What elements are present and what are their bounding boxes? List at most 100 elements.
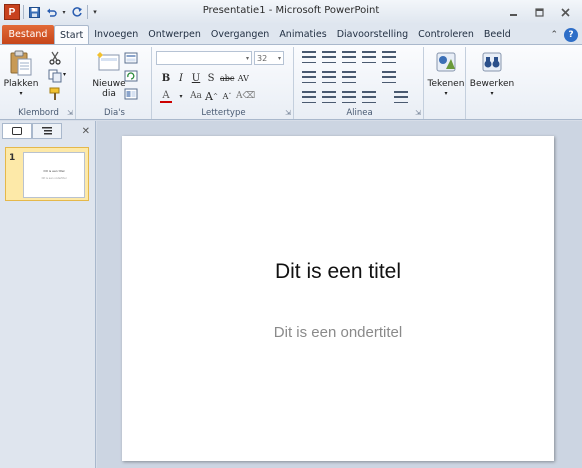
font-size-combo[interactable]: 32 ▾	[254, 51, 284, 65]
binoculars-icon	[482, 52, 502, 72]
bold-button[interactable]: B	[160, 71, 172, 85]
italic-button[interactable]: I	[175, 71, 187, 85]
font-dialog-launcher-icon[interactable]: ⇲	[285, 109, 291, 117]
slide-thumbnail-1[interactable]: Dit is een titel Dit is een ondertitel	[5, 147, 89, 201]
align-right-icon[interactable]	[342, 91, 356, 103]
justify-icon[interactable]	[362, 91, 376, 103]
clear-formatting-icon[interactable]: A⌫	[236, 89, 255, 103]
align-center-icon[interactable]	[322, 91, 336, 103]
tab-slideshow[interactable]: Diavoorstelling	[332, 25, 413, 44]
drawing-button[interactable]: Tekenen ▾	[427, 49, 465, 99]
cut-icon[interactable]	[48, 51, 62, 65]
numbering-icon[interactable]	[322, 51, 336, 63]
tab-file[interactable]: Bestand	[2, 25, 54, 44]
new-slide-icon	[97, 52, 120, 71]
slides-tab[interactable]	[2, 123, 32, 139]
group-label-font: Lettertype	[201, 108, 246, 118]
font-color-icon[interactable]: A	[160, 89, 172, 103]
slide-thumbnail-preview: Dit is een titel Dit is een ondertitel	[23, 152, 85, 198]
outline-tab[interactable]	[32, 123, 62, 139]
shadow-button[interactable]: S	[205, 71, 217, 85]
drawing-label: Tekenen	[427, 79, 465, 89]
tab-insert[interactable]: Invoegen	[89, 25, 143, 44]
group-label-clipboard: Klembord	[18, 108, 59, 118]
align-text-icon[interactable]	[382, 71, 396, 83]
maximize-icon[interactable]	[528, 4, 550, 20]
title-bar: P ▾ ▾ Presentatie1 - Microsoft PowerPoin…	[0, 0, 582, 24]
change-case-icon[interactable]: Aa	[190, 89, 202, 103]
window-controls	[502, 4, 576, 20]
undo-icon[interactable]	[44, 4, 58, 20]
minimize-ribbon-icon[interactable]: ⌃	[550, 30, 558, 40]
slide-editing-area: Dit is een titel Dit is een ondertitel	[97, 121, 582, 468]
align-left-icon[interactable]	[302, 91, 316, 103]
editing-label: Bewerken	[469, 79, 515, 89]
group-clipboard: Plakken ▾ ▾ Klembord ⇲	[2, 47, 76, 119]
columns-icon[interactable]	[382, 51, 396, 63]
tab-animations[interactable]: Animaties	[274, 25, 331, 44]
minimize-icon[interactable]	[502, 4, 524, 20]
grow-font-icon[interactable]: A ^	[205, 89, 218, 103]
font-color-row: A ▾ Aa A ^ Aˇ A⌫	[160, 89, 255, 103]
group-drawing: Tekenen ▾	[426, 47, 466, 119]
close-icon[interactable]	[554, 4, 576, 20]
paragraph-row-2	[302, 71, 396, 83]
paste-icon	[10, 50, 32, 76]
help-icon[interactable]: ?	[564, 27, 578, 42]
new-slide-label-2: dia	[102, 89, 116, 99]
editing-button[interactable]: Bewerken ▾	[470, 49, 514, 99]
bullets-icon[interactable]	[302, 51, 316, 63]
font-name-dropdown-icon: ▾	[245, 54, 249, 62]
pane-close-icon[interactable]: ✕	[82, 126, 90, 137]
paste-label: Plakken	[3, 79, 39, 89]
slide-subtitle-placeholder[interactable]: Dit is een ondertitel	[122, 324, 554, 341]
group-font: ▾ 32 ▾ B I U S abc AV A ▾ Aa A ^ Aˇ A⌫ Le…	[154, 47, 294, 119]
font-size-value: 32	[257, 53, 268, 63]
slide-canvas[interactable]: Dit is een titel Dit is een ondertitel	[122, 136, 554, 461]
strikethrough-button[interactable]: abc	[220, 71, 234, 85]
text-direction-icon[interactable]	[342, 71, 356, 83]
line-spacing-icon[interactable]	[362, 51, 376, 63]
paste-button[interactable]: Plakken ▾	[4, 49, 38, 99]
paragraph-row-1	[302, 51, 396, 63]
font-name-combo[interactable]: ▾	[156, 51, 252, 65]
paragraph-dialog-launcher-icon[interactable]: ⇲	[415, 109, 421, 117]
paragraph-row-3	[302, 91, 408, 103]
drawing-dropdown-icon: ▾	[444, 90, 448, 97]
paste-dropdown-icon[interactable]: ▾	[19, 89, 22, 99]
shrink-font-icon[interactable]: Aˇ	[221, 89, 233, 103]
thumbnail-title: Dit is een titel	[43, 169, 65, 173]
slide-title-placeholder[interactable]: Dit is een titel	[122, 260, 554, 284]
font-color-dropdown-icon[interactable]: ▾	[175, 89, 187, 103]
font-size-dropdown-icon: ▾	[277, 54, 281, 62]
tab-design[interactable]: Ontwerpen	[143, 25, 206, 44]
underline-button[interactable]: U	[190, 71, 202, 85]
clipboard-dialog-launcher-icon[interactable]: ⇲	[67, 109, 73, 117]
increase-list-level-icon[interactable]	[322, 71, 336, 83]
reset-slide-icon[interactable]	[124, 69, 138, 83]
group-paragraph: Alinea ⇲	[296, 47, 424, 119]
group-label-paragraph: Alinea	[346, 108, 373, 118]
undo-dropdown-icon[interactable]: ▾	[61, 4, 67, 20]
format-painter-icon[interactable]	[48, 87, 62, 101]
redo-icon[interactable]	[70, 4, 84, 20]
slide-thumbnail-number: 1	[9, 153, 16, 163]
tab-review[interactable]: Controleren	[413, 25, 479, 44]
copy-dropdown-icon[interactable]: ▾	[63, 71, 66, 78]
save-icon[interactable]	[27, 4, 41, 20]
decrease-list-level-icon[interactable]	[302, 71, 316, 83]
new-slide-button[interactable]: Nieuwe dia	[92, 49, 126, 99]
thumbnail-subtitle: Dit is een ondertitel	[41, 177, 67, 180]
tab-view[interactable]: Beeld	[479, 25, 516, 44]
customize-icon[interactable]: ▾	[91, 4, 99, 20]
character-spacing-button[interactable]: AV	[237, 71, 249, 85]
tab-start[interactable]: Start	[54, 25, 90, 44]
section-icon[interactable]	[124, 87, 138, 101]
copy-icon[interactable]	[48, 69, 62, 83]
tab-transitions[interactable]: Overgangen	[206, 25, 274, 44]
layout-icon[interactable]	[124, 51, 138, 65]
new-slide-label-1: Nieuwe	[92, 79, 126, 89]
decrease-indent-icon[interactable]	[342, 51, 356, 63]
smartart-icon[interactable]	[394, 91, 408, 103]
powerpoint-app-icon[interactable]: P	[4, 4, 20, 20]
